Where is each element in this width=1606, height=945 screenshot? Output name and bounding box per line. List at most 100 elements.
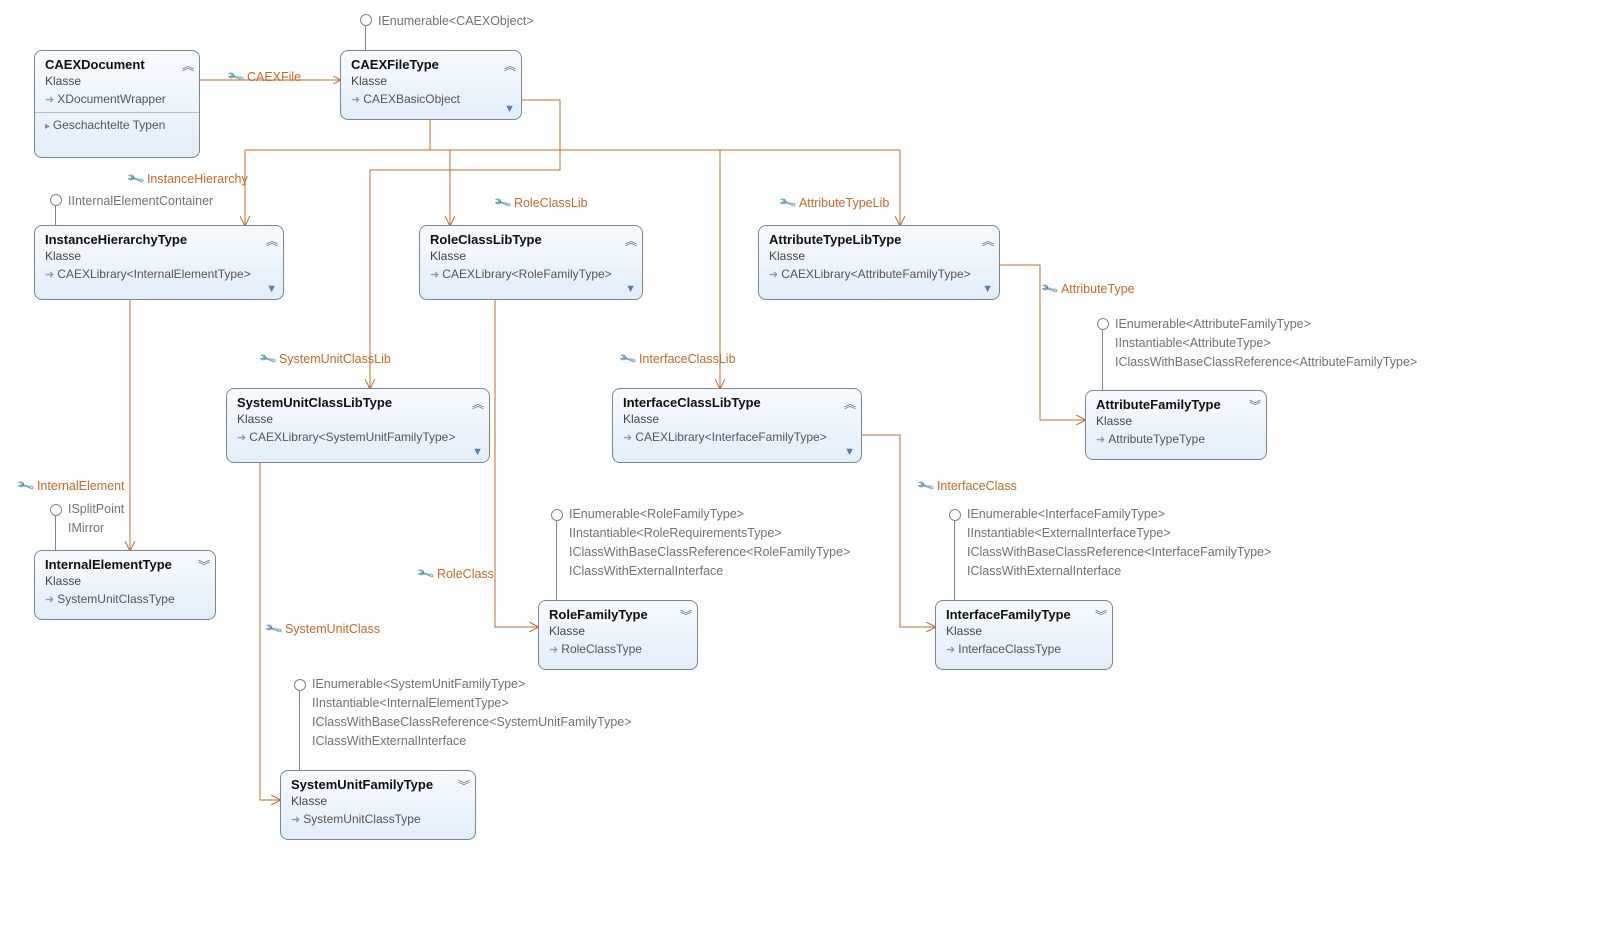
class-title: InternalElementType [45, 557, 205, 572]
wrench-icon: 🔧 [16, 476, 36, 496]
class-instancehierarchytype[interactable]: InstanceHierarchyType Klasse CAEXLibrary… [34, 225, 284, 300]
collapse-icon[interactable]: ︽ [625, 232, 634, 249]
expand-icon[interactable]: ︾ [458, 777, 467, 794]
wrench-icon: 🔧 [778, 193, 798, 213]
class-base: InterfaceClassType [946, 642, 1102, 656]
class-base: CAEXLibrary<InterfaceFamilyType> [623, 430, 851, 444]
expand-icon[interactable]: ︾ [1249, 397, 1258, 414]
class-stereotype: Klasse [45, 74, 189, 88]
interface-label: ISplitPoint IMirror [68, 500, 124, 538]
class-interfaceclasslibtype[interactable]: InterfaceClassLibType Klasse CAEXLibrary… [612, 388, 862, 463]
class-systemunitfamilytype[interactable]: SystemUnitFamilyType Klasse SystemUnitCl… [280, 770, 476, 840]
class-internalelementtype[interactable]: InternalElementType Klasse SystemUnitCla… [34, 550, 216, 620]
class-base: CAEXLibrary<AttributeFamilyType> [769, 267, 989, 281]
class-base: AttributeTypeType [1096, 432, 1256, 446]
wrench-icon: 🔧 [126, 169, 146, 189]
lollipop-icon [949, 509, 961, 521]
class-diagram-canvas: CAEXDocument Klasse XDocumentWrapper Ges… [0, 0, 1606, 945]
lollipop-icon [50, 194, 62, 206]
class-stereotype: Klasse [291, 794, 465, 808]
connector-layer [0, 0, 1606, 945]
wrench-icon: 🔧 [264, 619, 284, 639]
class-base: CAEXLibrary<RoleFamilyType> [430, 267, 632, 281]
class-base: SystemUnitClassType [45, 592, 205, 606]
class-title: AttributeFamilyType [1096, 397, 1256, 412]
class-stereotype: Klasse [430, 249, 632, 263]
class-base: RoleClassType [549, 642, 687, 656]
lollipop-stem [365, 26, 366, 50]
class-stereotype: Klasse [45, 249, 273, 263]
collapse-icon[interactable]: ︽ [504, 57, 513, 74]
wrench-icon: 🔧 [226, 67, 246, 87]
assoc-roleclass: 🔧RoleClass [418, 567, 494, 581]
class-stereotype: Klasse [946, 624, 1102, 638]
lollipop-stem [299, 691, 300, 770]
class-title: SystemUnitFamilyType [291, 777, 465, 792]
lollipop-stem [55, 516, 56, 550]
lollipop-icon [551, 509, 563, 521]
expand-icon[interactable]: ︾ [1095, 607, 1104, 624]
class-stereotype: Klasse [769, 249, 989, 263]
lollipop-icon [50, 504, 62, 516]
class-rolefamilytype[interactable]: RoleFamilyType Klasse RoleClassType ︾ [538, 600, 698, 670]
assoc-caexfile: 🔧CAEXFile [228, 70, 301, 84]
class-base: CAEXLibrary<InternalElementType> [45, 267, 273, 281]
collapse-icon[interactable]: ︽ [266, 232, 275, 249]
collapse-icon[interactable]: ︽ [182, 57, 191, 74]
interface-label: IEnumerable<RoleFamilyType> IInstantiabl… [569, 505, 850, 581]
interface-label: IEnumerable<AttributeFamilyType> IInstan… [1115, 315, 1417, 372]
lollipop-icon [1097, 318, 1109, 330]
assoc-interfaceclasslib: 🔧InterfaceClassLib [620, 352, 736, 366]
class-base: XDocumentWrapper [45, 92, 189, 106]
wrench-icon: 🔧 [1040, 279, 1060, 299]
filter-icon[interactable]: ▼ [982, 283, 993, 295]
class-base: SystemUnitClassType [291, 812, 465, 826]
wrench-icon: 🔧 [493, 193, 513, 213]
class-attributefamilytype[interactable]: AttributeFamilyType Klasse AttributeType… [1085, 390, 1267, 460]
class-base: CAEXLibrary<SystemUnitFamilyType> [237, 430, 479, 444]
assoc-attributetypelib: 🔧AttributeTypeLib [780, 196, 889, 210]
filter-icon[interactable]: ▼ [625, 283, 636, 295]
collapse-icon[interactable]: ︽ [844, 395, 853, 412]
lollipop-stem [55, 206, 56, 225]
class-title: CAEXFileType [351, 57, 511, 72]
assoc-internalelement: 🔧InternalElement [18, 479, 125, 493]
class-interfacefamilytype[interactable]: InterfaceFamilyType Klasse InterfaceClas… [935, 600, 1113, 670]
expand-icon[interactable]: ︾ [198, 557, 207, 574]
collapse-icon[interactable]: ︽ [472, 395, 481, 412]
filter-icon[interactable]: ▼ [844, 446, 855, 458]
class-stereotype: Klasse [351, 74, 511, 88]
collapse-icon[interactable]: ︽ [982, 232, 991, 249]
filter-icon[interactable]: ▼ [266, 283, 277, 295]
wrench-icon: 🔧 [258, 349, 278, 369]
class-stereotype: Klasse [1096, 414, 1256, 428]
interface-label: IEnumerable<InterfaceFamilyType> IInstan… [967, 505, 1271, 581]
lollipop-icon [360, 14, 372, 26]
expand-icon[interactable]: ︾ [680, 607, 689, 624]
filter-icon[interactable]: ▼ [504, 103, 515, 115]
assoc-roleclasslib: 🔧RoleClassLib [495, 196, 588, 210]
assoc-attributetype: 🔧AttributeType [1042, 282, 1135, 296]
assoc-systemunitclass: 🔧SystemUnitClass [266, 622, 380, 636]
lollipop-stem [1102, 330, 1103, 390]
class-title: InterfaceClassLibType [623, 395, 851, 410]
class-stereotype: Klasse [45, 574, 205, 588]
interface-label: IEnumerable<SystemUnitFamilyType> IInsta… [312, 675, 632, 751]
class-title: AttributeTypeLibType [769, 232, 989, 247]
class-caexdocument[interactable]: CAEXDocument Klasse XDocumentWrapper Ges… [34, 50, 200, 158]
class-caexfiletype[interactable]: CAEXFileType Klasse CAEXBasicObject ︽ ▼ [340, 50, 522, 120]
class-title: InterfaceFamilyType [946, 607, 1102, 622]
interface-label: IInternalElementContainer [68, 192, 213, 211]
class-title: RoleClassLibType [430, 232, 632, 247]
lollipop-stem [556, 521, 557, 600]
class-roleclasslibtype[interactable]: RoleClassLibType Klasse CAEXLibrary<Role… [419, 225, 643, 300]
class-section[interactable]: Geschachtelte Typen [35, 112, 199, 132]
class-stereotype: Klasse [237, 412, 479, 426]
class-stereotype: Klasse [549, 624, 687, 638]
filter-icon[interactable]: ▼ [472, 446, 483, 458]
class-attributetypelibtype[interactable]: AttributeTypeLibType Klasse CAEXLibrary<… [758, 225, 1000, 300]
class-systemunitclasslibtype[interactable]: SystemUnitClassLibType Klasse CAEXLibrar… [226, 388, 490, 463]
assoc-interfaceclass: 🔧InterfaceClass [918, 479, 1017, 493]
assoc-instancehierarchy: 🔧InstanceHierarchy [128, 172, 248, 186]
lollipop-stem [954, 521, 955, 600]
